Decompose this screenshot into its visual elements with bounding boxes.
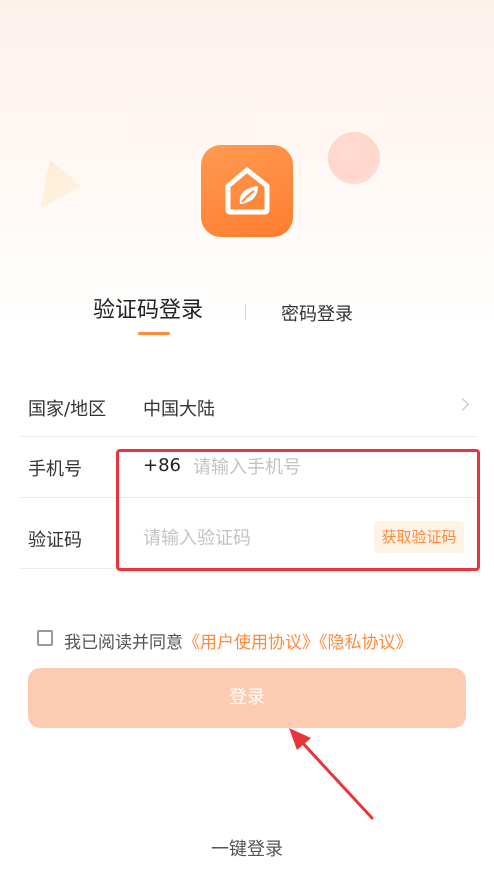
divider <box>20 436 478 437</box>
region-label: 国家/地区 <box>28 399 107 420</box>
annotation-highlight-box <box>116 449 480 571</box>
active-tab-indicator <box>138 332 170 335</box>
house-leaf-icon <box>225 167 270 215</box>
code-label: 验证码 <box>28 530 82 551</box>
one-click-login-link[interactable]: 一键登录 <box>0 835 494 861</box>
tab-password-login[interactable]: 密码登录 <box>281 303 353 327</box>
phone-label: 手机号 <box>28 459 82 480</box>
agreement-text: 我已阅读并同意《用户使用协议》《隐私协议》 <box>64 628 413 653</box>
privacy-agreement-link[interactable]: 《隐私协议》 <box>319 633 413 653</box>
login-tabs: 验证码登录 <box>0 296 494 336</box>
decor-circle <box>328 132 380 184</box>
agreement-prefix: 我已阅读并同意 <box>64 633 183 653</box>
app-logo <box>201 145 293 237</box>
tab-divider <box>245 304 246 320</box>
chevron-right-icon <box>456 398 469 411</box>
agree-checkbox[interactable] <box>37 630 53 646</box>
login-button[interactable]: 登录 <box>28 668 466 728</box>
tab-code-login[interactable]: 验证码登录 <box>93 296 203 326</box>
region-value: 中国大陆 <box>143 399 215 420</box>
user-agreement-link[interactable]: 《用户使用协议》 <box>183 633 319 653</box>
